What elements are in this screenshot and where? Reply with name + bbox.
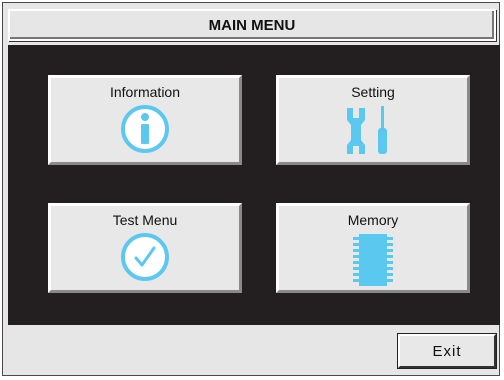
test-menu-button[interactable]: Test Menu — [48, 203, 242, 293]
page-title: MAIN MENU — [8, 9, 496, 41]
exit-button[interactable]: Exit — [398, 334, 496, 368]
memory-button[interactable]: Memory — [276, 203, 470, 293]
checkmark-icon — [121, 233, 169, 281]
information-button[interactable]: Information — [48, 75, 242, 165]
memory-chip-icon — [353, 234, 393, 286]
setting-label: Setting — [351, 84, 395, 100]
information-label: Information — [109, 84, 181, 100]
memory-label: Memory — [347, 212, 399, 228]
wrench-screwdriver-icon — [347, 106, 387, 154]
setting-button[interactable]: Setting — [276, 75, 470, 165]
test-menu-label: Test Menu — [112, 212, 178, 228]
info-icon — [121, 105, 169, 153]
